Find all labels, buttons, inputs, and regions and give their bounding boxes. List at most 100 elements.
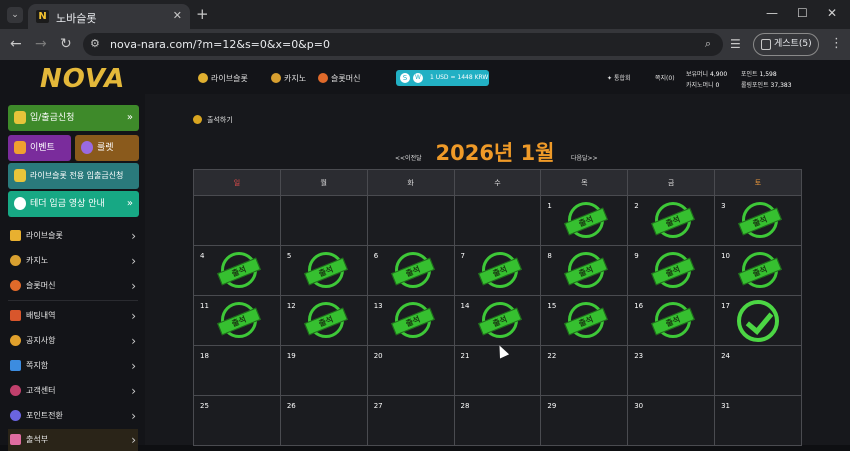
attendance-stamp-icon: 출석 xyxy=(477,252,522,288)
calendar-day-cell: 12 출석 xyxy=(279,295,368,346)
attendance-stamp-icon: 출석 xyxy=(651,252,696,288)
tether-guide-label: 테더 입금 영상 안내 xyxy=(30,199,105,209)
sidebar-item-betting-history[interactable]: 배팅내역 › xyxy=(8,305,138,327)
extensions-icon[interactable]: ☰ xyxy=(730,37,741,51)
calendar-week-row: 1 출석 2 출석 3 출석 xyxy=(193,195,802,246)
sidebar-item-label: 카지노 xyxy=(26,256,49,265)
messages-link[interactable]: 쪽지(0) xyxy=(655,73,675,82)
browser-menu-icon[interactable]: ⋮ xyxy=(830,36,843,51)
tab-close-icon[interactable]: ✕ xyxy=(173,9,182,22)
calendar-day-cell xyxy=(366,195,455,246)
tab-search-chevron-icon[interactable]: ⌄ xyxy=(7,7,23,23)
nav-slot-machine[interactable]: 슬롯머신 xyxy=(318,73,360,84)
sidebar-item-support[interactable]: 고객센터 › xyxy=(8,380,138,402)
chevron-right-icon: › xyxy=(131,334,136,348)
attendance-stamp-icon: 출석 xyxy=(390,252,435,288)
window-close-icon[interactable]: ✕ xyxy=(827,6,837,20)
live-slot-deposit-label: 라이브슬롯 전용 입출금신청 xyxy=(30,171,124,180)
rolling-value: 37,383 xyxy=(770,82,792,89)
calendar-day-cell: 26 xyxy=(279,395,368,446)
sidebar-item-live-slot[interactable]: 라이브슬롯 › xyxy=(8,225,138,247)
tether-guide-button[interactable]: 테더 입금 영상 안내 » xyxy=(8,191,139,217)
attendance-stamp-icon: 출석 xyxy=(738,202,782,238)
day-number: 5 xyxy=(286,252,292,260)
stamp-label: 출석 xyxy=(303,307,348,336)
next-month-link[interactable]: 다음달>> xyxy=(571,153,598,162)
browser-tabbar: ⌄ N 노바슬롯 ✕ + — ☐ ✕ xyxy=(0,0,850,29)
prev-month-link[interactable]: <<이전달 xyxy=(395,153,422,162)
sidebar-item-notice[interactable]: 공지사항 › xyxy=(8,330,138,352)
stamp-label: 출석 xyxy=(738,207,782,236)
stamp-label: 출석 xyxy=(564,307,609,336)
back-icon[interactable]: ← xyxy=(10,36,22,52)
url-field[interactable]: ⚙ nova-nara.com/?m=12&s=0&x=0&p=0 ⌕ xyxy=(83,33,723,56)
calendar-day-cell: 20 xyxy=(366,345,455,396)
weekday-header: 토 xyxy=(714,169,802,196)
casino-money-balance: 카지노머니 0 xyxy=(686,80,719,89)
nav-live-slot[interactable]: 라이브슬롯 xyxy=(198,73,248,84)
calendar-day-cell: 3 출석 xyxy=(714,195,802,246)
section-title-label: 출석하기 xyxy=(207,116,233,124)
casino-money-label: 카지노머니 xyxy=(686,82,714,89)
site-logo[interactable]: NOVA xyxy=(40,64,125,98)
checkmark-icon[interactable] xyxy=(737,300,780,342)
sidebar-item-attendance[interactable]: 출석부 › xyxy=(8,429,138,451)
message-icon xyxy=(10,360,21,371)
calendar-day-cell: 10 출석 xyxy=(714,245,802,296)
chips-icon xyxy=(10,255,21,266)
sidebar-item-label: 포인트전환 xyxy=(26,411,63,420)
lang-selector[interactable]: ✦ 통합회 xyxy=(607,73,631,82)
attendance-stamp-icon: 출석 xyxy=(303,302,348,338)
calendar-week-row: 4 출석 5 출석 6 출석 7 출석 8 출석 9 출석 10 출석 xyxy=(193,245,802,296)
sidebar-item-label: 라이브슬롯 xyxy=(26,231,63,240)
weekday-header: 목 xyxy=(540,169,629,196)
stamp-label: 출석 xyxy=(738,257,782,286)
calendar-day-cell: 17 xyxy=(714,295,802,346)
roulette-icon xyxy=(81,141,93,154)
day-number: 24 xyxy=(721,352,730,360)
zoom-icon[interactable]: ⌕ xyxy=(705,37,711,51)
sidebar-item-label: 배팅내역 xyxy=(26,311,56,320)
day-number: 23 xyxy=(634,352,644,360)
day-number: 14 xyxy=(460,302,470,310)
coins-icon xyxy=(14,169,26,182)
day-number: 11 xyxy=(200,302,209,310)
calendar-day-cell: 11 출석 xyxy=(193,295,281,346)
calendar-day-cell: 6 출석 xyxy=(366,245,455,296)
profile-button[interactable]: 게스트(5) xyxy=(753,33,819,56)
sidebar-item-label: 공지사항 xyxy=(26,336,56,345)
stamp-label: 출석 xyxy=(564,207,609,236)
calendar-day-cell: 29 xyxy=(540,395,629,446)
browser-tab[interactable]: N 노바슬롯 ✕ xyxy=(28,4,190,29)
chevron-right-icon: › xyxy=(131,309,136,323)
calendar-day-cell: 23 xyxy=(627,345,716,396)
address-bar: ← → ↻ ⚙ nova-nara.com/?m=12&s=0&x=0&p=0 … xyxy=(0,29,850,60)
event-button[interactable]: 이벤트 xyxy=(8,135,71,161)
new-tab-icon[interactable]: + xyxy=(196,5,209,23)
minimize-icon[interactable]: — xyxy=(766,6,778,20)
roulette-button[interactable]: 룰렛 xyxy=(75,135,139,161)
month-title: 2026년 1월 xyxy=(435,141,555,165)
attendance-stamp-icon: 출석 xyxy=(303,252,348,288)
day-number: 16 xyxy=(634,302,644,310)
double-chevron-icon: » xyxy=(126,198,133,209)
deposit-button[interactable]: 입/출금신청 » xyxy=(8,105,139,131)
sidebar-item-messages[interactable]: 쪽지함 › xyxy=(8,355,138,377)
maximize-icon[interactable]: ☐ xyxy=(797,6,808,20)
sidebar-item-label: 슬롯머신 xyxy=(26,281,56,290)
stamp-label: 출석 xyxy=(651,307,696,336)
weekday-header: 월 xyxy=(279,169,368,196)
site-info-icon[interactable]: ⚙ xyxy=(90,37,100,50)
nav-casino[interactable]: 카지노 xyxy=(271,73,306,84)
forward-icon[interactable]: → xyxy=(35,36,47,52)
live-slot-deposit-button[interactable]: 라이브슬롯 전용 입출금신청 xyxy=(8,163,139,189)
exchange-rate-badge: S W 1 USD = 1448 KRW xyxy=(396,70,489,86)
calendar-day-cell: 25 xyxy=(193,395,281,446)
sidebar-item-slot-machine[interactable]: 슬롯머신 › xyxy=(8,275,138,297)
sidebar-item-point-exchange[interactable]: 포인트전환 › xyxy=(8,405,138,427)
sidebar-item-casino[interactable]: 카지노 › xyxy=(8,250,138,272)
day-number: 8 xyxy=(547,252,552,260)
day-number: 25 xyxy=(200,402,209,410)
reload-icon[interactable]: ↻ xyxy=(60,36,72,52)
slot-icon xyxy=(10,280,21,291)
